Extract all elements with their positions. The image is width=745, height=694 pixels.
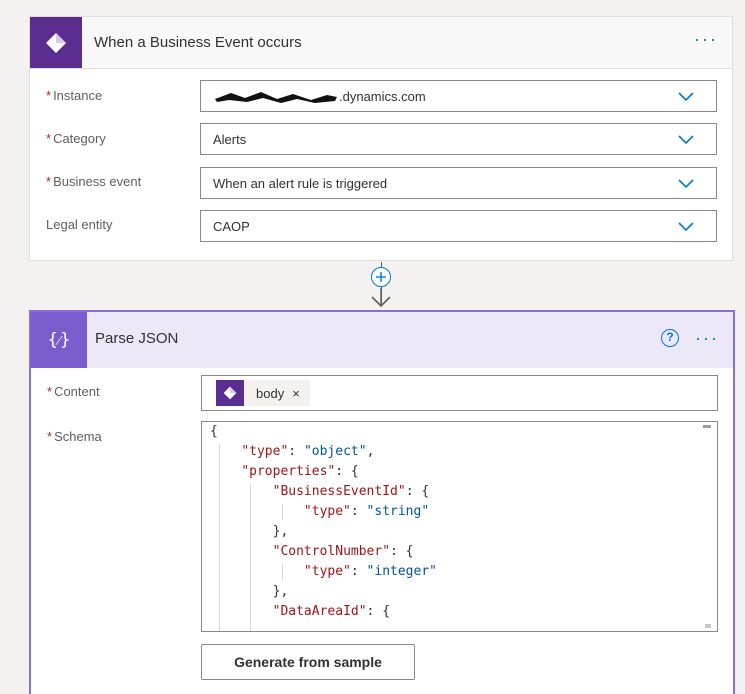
parse-json-title: Parse JSON xyxy=(95,330,179,347)
chevron-down-icon[interactable] xyxy=(678,179,694,189)
code-line: "type": "string" xyxy=(303,504,430,519)
parse-more-button[interactable]: ··· xyxy=(695,329,719,347)
code-line: }, xyxy=(210,584,289,599)
chevron-down-icon[interactable] xyxy=(678,135,694,145)
insert-step-button[interactable] xyxy=(371,267,391,287)
code-line: "type": "integer" xyxy=(303,564,437,579)
chevron-down-icon[interactable] xyxy=(678,222,694,232)
instance-select[interactable]: .dynamics.com xyxy=(200,80,717,112)
redacted-text xyxy=(215,92,337,103)
legal-entity-value: CAOP xyxy=(213,219,250,234)
parse-json-card: {⁄} Parse JSON ? ··· * Content body × * Sc… xyxy=(29,310,735,694)
parse-json-header[interactable]: {⁄} Parse JSON ? ··· xyxy=(31,312,733,368)
instance-value: .dynamics.com xyxy=(339,89,426,104)
code-line: }, xyxy=(210,524,289,539)
scrollbar-thumb[interactable] xyxy=(703,425,711,428)
body-token[interactable]: body × xyxy=(216,380,310,406)
parse-json-icon: {⁄} xyxy=(31,312,87,368)
code-line: "properties": { xyxy=(241,464,359,479)
schema-editor[interactable]: { "type": "object", "properties": { "Bus… xyxy=(201,421,718,632)
scrollbar-corner[interactable] xyxy=(705,624,711,628)
business-event-value: When an alert rule is triggered xyxy=(213,176,388,191)
legal-entity-label: Legal entity xyxy=(46,217,113,232)
dynamics-icon xyxy=(30,17,82,68)
trigger-card-header[interactable]: When a Business Event occurs ··· xyxy=(30,17,732,69)
instance-label: * Instance xyxy=(46,88,103,103)
category-label: * Category xyxy=(46,131,106,146)
code-line: "DataAreaId": { xyxy=(272,604,391,619)
code-line: { xyxy=(210,424,218,439)
trigger-card-title: When a Business Event occurs xyxy=(94,34,302,51)
business-event-select[interactable]: When an alert rule is triggered xyxy=(200,167,717,199)
code-line: "ControlNumber": { xyxy=(272,544,414,559)
content-input[interactable]: body × xyxy=(201,375,718,411)
category-select[interactable]: Alerts xyxy=(200,123,717,155)
content-label: * Content xyxy=(47,384,100,399)
business-event-label: * Business event xyxy=(46,174,142,189)
help-icon[interactable]: ? xyxy=(661,329,679,347)
code-line: "BusinessEventId": { xyxy=(272,484,430,499)
dynamics-icon xyxy=(216,380,244,406)
code-line: "type": "object", xyxy=(241,444,375,459)
trigger-card: When a Business Event occurs ··· * Instan… xyxy=(29,16,733,261)
remove-token-icon[interactable]: × xyxy=(292,386,300,401)
generate-from-sample-button[interactable]: Generate from sample xyxy=(201,644,415,680)
plus-icon[interactable] xyxy=(372,268,390,286)
chevron-down-icon[interactable] xyxy=(678,92,694,102)
category-value: Alerts xyxy=(213,132,247,147)
arrow-down-icon xyxy=(371,288,391,308)
token-label: body xyxy=(256,385,285,401)
schema-label: * Schema xyxy=(47,429,102,444)
legal-entity-select[interactable]: CAOP xyxy=(200,210,717,242)
trigger-more-button[interactable]: ··· xyxy=(694,30,718,48)
